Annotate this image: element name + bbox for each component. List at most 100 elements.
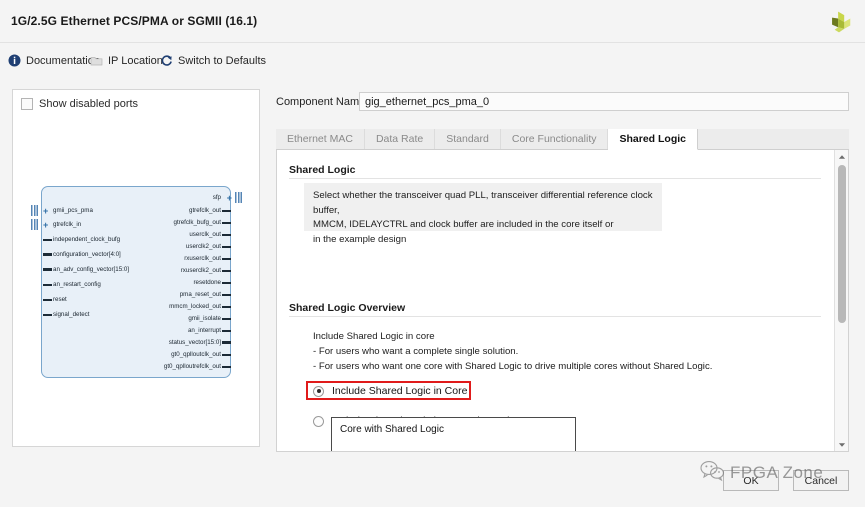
core-with-shared-logic-diagram: Core with Shared Logic: [331, 417, 576, 451]
expand-plus-icon[interactable]: +: [227, 194, 232, 203]
port-gtrefclk-bufg-out: gtrefclk_bufg_out: [174, 219, 231, 226]
tab-ethernet-mac[interactable]: Ethernet MAC: [276, 129, 365, 149]
pin-stub: [43, 299, 52, 301]
show-disabled-ports-checkbox[interactable]: Show disabled ports: [21, 98, 138, 110]
pin-stub: [222, 330, 231, 332]
ip-configuration-dialog: 1G/2.5G Ethernet PCS/PMA or SGMII (16.1)…: [0, 0, 865, 507]
port-gmii-pcs-pma: + gmii_pcs_pma: [31, 205, 93, 216]
overview-line-2: - For users who want a complete single s…: [313, 346, 519, 357]
tab-shared-logic[interactable]: Shared Logic: [608, 129, 698, 150]
port-gmii-isolate: gmii_isolate: [188, 315, 231, 322]
vertical-scrollbar[interactable]: [834, 150, 848, 451]
description-line-1: Select whether the transceiver quad PLL,…: [313, 190, 653, 216]
expand-plus-icon[interactable]: +: [43, 221, 48, 230]
xilinx-pinwheel-logo-icon: [825, 9, 853, 35]
chevron-down-icon: [838, 442, 845, 447]
tab-core-functionality[interactable]: Core Functionality: [501, 129, 609, 149]
port-gt0-qplloutrefclk-out: gt0_qplloutrefclk_out: [164, 363, 231, 370]
pin-stub: [43, 314, 52, 316]
chevron-up-icon: [838, 154, 845, 159]
tab-bar: Ethernet MAC Data Rate Standard Core Fun…: [276, 129, 849, 150]
port-reset: reset: [43, 296, 67, 303]
pin-stub-bus: [43, 253, 52, 257]
pin-stub: [222, 294, 231, 296]
switch-to-defaults-button[interactable]: Switch to Defaults: [160, 54, 266, 67]
port-independent-clock-bufg: independent_clock_bufg: [43, 236, 120, 243]
pin-stub: [222, 366, 231, 368]
ok-button[interactable]: OK: [723, 470, 779, 491]
expand-plus-icon[interactable]: +: [43, 207, 48, 216]
bus-group-icon: [31, 205, 38, 216]
refresh-icon: [160, 54, 173, 67]
pin-stub: [43, 284, 52, 286]
description-line-2: MMCM, IDELAYCTRL and clock buffer are in…: [313, 219, 614, 230]
section-divider: [289, 178, 821, 179]
toolbar: Documentation IP Location Switch to Defa…: [0, 43, 865, 79]
port-status-vector: status_vector[15:0]: [169, 339, 231, 346]
pin-stub: [222, 210, 231, 212]
bus-group-icon: [31, 219, 38, 230]
overview-line-1: Include Shared Logic in core: [313, 331, 435, 342]
ip-location-button[interactable]: IP Location: [90, 54, 163, 67]
folder-icon: [90, 54, 103, 67]
bus-group-icon: [235, 192, 242, 203]
core-diagram-title: Core with Shared Logic: [340, 424, 444, 435]
tab-data-rate[interactable]: Data Rate: [365, 129, 436, 149]
pin-stub-bus: [43, 268, 52, 272]
cancel-button[interactable]: Cancel: [793, 470, 849, 491]
pin-stub-bus: [222, 341, 231, 345]
pin-stub: [222, 306, 231, 308]
overview-line-3: - For users who want one core with Share…: [313, 361, 713, 372]
pin-stub: [222, 258, 231, 260]
ip-symbol-block: + gmii_pcs_pma + gtrefclk_in independent…: [31, 186, 242, 378]
description-line-3: in the example design: [313, 233, 407, 245]
tab-standard[interactable]: Standard: [435, 129, 501, 149]
pin-stub: [222, 246, 231, 248]
scroll-down-button[interactable]: [835, 438, 848, 451]
port-sfp: sfp +: [213, 192, 242, 203]
port-rxuserclk2-out: rxuserclk2_out: [181, 267, 231, 274]
port-userclk2-out: userclk2_out: [186, 243, 231, 250]
scrollbar-thumb[interactable]: [838, 165, 846, 323]
port-resetdone: resetdone: [193, 279, 231, 286]
shared-logic-heading: Shared Logic: [289, 164, 356, 176]
pin-stub: [222, 282, 231, 284]
pin-stub: [43, 239, 52, 241]
selection-highlight-box: [306, 381, 471, 400]
component-name-input[interactable]: [359, 92, 849, 111]
scroll-content: Shared Logic Select whether the transcei…: [277, 150, 835, 451]
scroll-up-button[interactable]: [835, 150, 848, 163]
component-name-label: Component Name: [276, 96, 366, 108]
pin-stub: [222, 234, 231, 236]
pin-stub: [222, 318, 231, 320]
port-rxuserclk-out: rxuserclk_out: [184, 255, 231, 262]
overview-heading: Shared Logic Overview: [289, 302, 406, 314]
port-an-adv-config-vector: an_adv_config_vector[15:0]: [43, 266, 129, 273]
pin-stub: [222, 222, 231, 224]
section-divider: [289, 316, 821, 317]
port-gtrefclk-in: + gtrefclk_in: [31, 219, 81, 230]
port-userclk-out: userclk_out: [189, 231, 231, 238]
radio-button-icon[interactable]: [313, 415, 324, 427]
port-mmcm-locked-out: mmcm_locked_out: [169, 303, 231, 310]
shared-logic-panel: Shared Logic Select whether the transcei…: [276, 150, 849, 452]
port-pma-reset-out: pma_reset_out: [180, 291, 231, 298]
switch-to-defaults-label: Switch to Defaults: [178, 54, 267, 67]
documentation-button[interactable]: Documentation: [8, 54, 100, 67]
port-gt0-qplloutclk-out: gt0_qplloutclk_out: [171, 351, 231, 358]
port-diagram-panel: Show disabled ports + gmii_pcs_pma + gtr…: [12, 89, 260, 447]
port-configuration-vector: configuration_vector[4:0]: [43, 251, 121, 258]
port-an-interrupt: an_interrupt: [188, 327, 231, 334]
port-signal-detect: signal_detect: [43, 311, 89, 318]
pin-stub: [222, 270, 231, 272]
port-an-restart-config: an_restart_config: [43, 281, 101, 288]
info-icon: [8, 54, 21, 67]
checkbox-box-icon[interactable]: [21, 98, 33, 110]
page-title: 1G/2.5G Ethernet PCS/PMA or SGMII (16.1): [11, 14, 258, 28]
title-bar: 1G/2.5G Ethernet PCS/PMA or SGMII (16.1): [0, 0, 865, 43]
pin-stub: [222, 354, 231, 356]
documentation-label: Documentation: [26, 54, 100, 67]
port-gtrefclk-out: gtrefclk_out: [189, 207, 231, 214]
shared-logic-description: Select whether the transceiver quad PLL,…: [304, 183, 662, 245]
show-disabled-ports-label: Show disabled ports: [39, 98, 139, 110]
